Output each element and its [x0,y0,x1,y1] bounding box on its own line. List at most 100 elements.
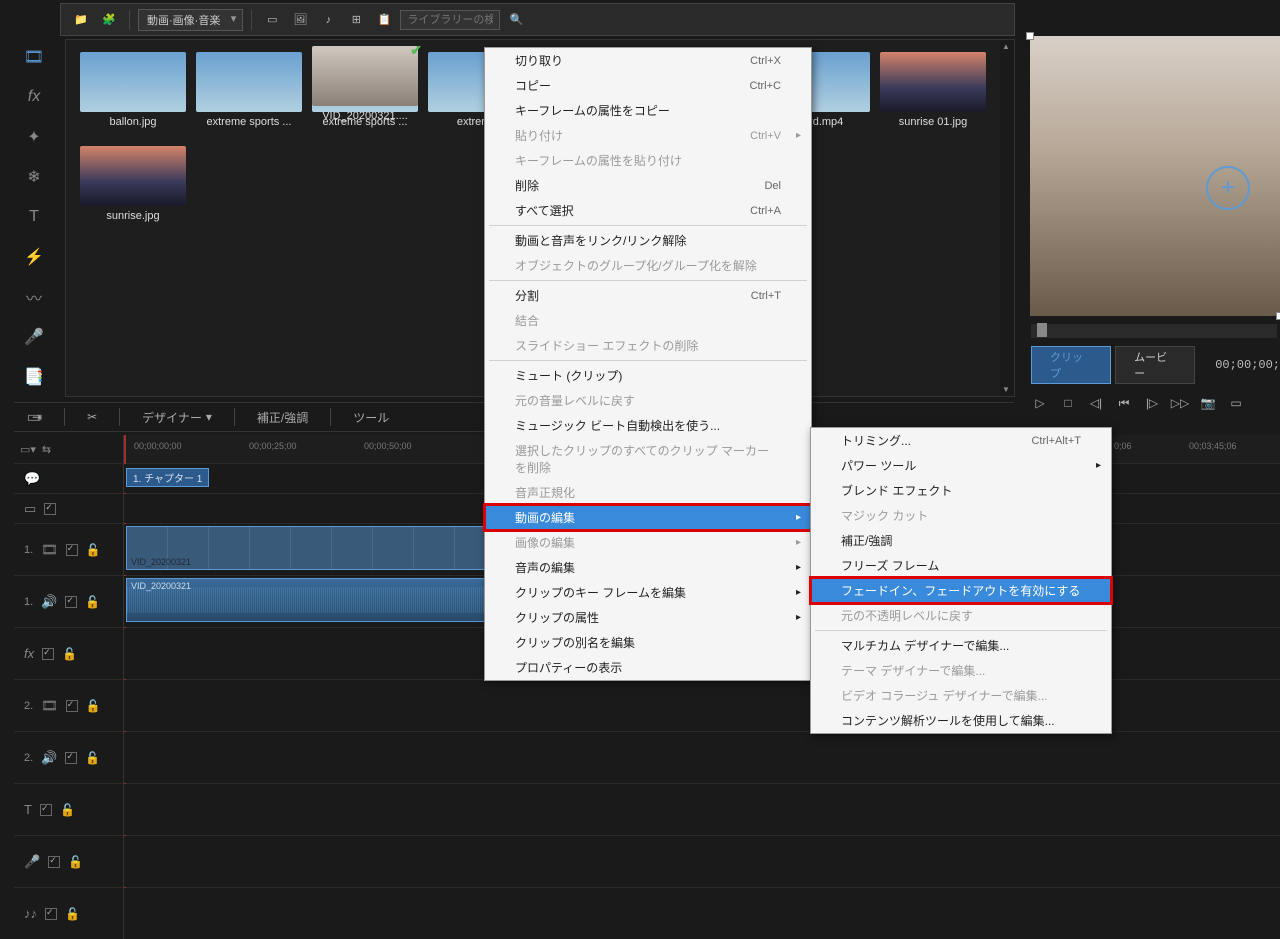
cm-normalize-audio: 音声正規化 [485,480,811,505]
preview-timecode: 00;00;00; [1215,358,1280,372]
preview-viewport[interactable]: + [1030,36,1280,316]
add-marker-icon[interactable]: + [1206,166,1250,210]
import-icon[interactable]: 📁 [69,8,93,32]
cm-edit-image: 画像の編集 [485,530,811,555]
preview-slider[interactable] [1031,324,1277,338]
prev-frame-icon[interactable]: ◁| [1087,394,1105,412]
cm-edit-keyframes[interactable]: クリップのキー フレームを編集 [485,580,811,605]
sidebar-overlay-icon[interactable]: ✦ [20,123,48,151]
media-item[interactable]: VID_20200321.... [310,46,420,222]
cm-mute-clip[interactable]: ミュート (クリップ) [485,363,811,388]
lock-icon[interactable]: 🔓 [65,907,80,921]
sidebar-audio-icon[interactable]: 〰 [20,283,48,311]
view-music-icon[interactable]: ♪ [316,8,340,32]
library-search-input[interactable] [400,10,500,30]
cm-edit-video[interactable]: 動画の編集 [485,505,811,530]
stop-icon[interactable]: □ [1059,394,1077,412]
view-large-icon[interactable]: ▭ [260,8,284,32]
lock-icon[interactable]: 🔓 [86,699,101,713]
plugin-icon[interactable]: 🧩 [97,8,121,32]
sidebar-mic-icon[interactable]: 🎤 [20,323,48,351]
sidebar-title-icon[interactable]: T [20,203,48,231]
cm-freeze-frame[interactable]: フリーズ フレーム [811,553,1111,578]
cm-delete[interactable]: 削除Del [485,173,811,198]
marker-icon[interactable]: ▭▾ [20,443,36,456]
search-icon[interactable]: 🔍 [504,8,528,32]
media-item[interactable]: extreme sports ... [194,52,304,128]
correction-button[interactable]: 補正/強調 [249,407,316,428]
cm-restore-volume: 元の音量レベルに戻す [485,388,811,413]
media-item[interactable]: sunrise 01.jpg [878,52,988,128]
fast-fwd-icon[interactable]: ▷▷ [1171,394,1189,412]
track-audible-toggle[interactable] [65,752,77,764]
step-back-icon[interactable]: ⏮ [1115,394,1133,412]
media-type-dropdown[interactable]: 動画·画像·音楽 [138,9,243,31]
media-item[interactable]: ballon.jpg [78,52,188,128]
audio-track-icon: 🔊 [41,750,57,766]
track-visible-toggle[interactable] [40,804,52,816]
cm-enable-fade[interactable]: フェードイン、フェードアウトを有効にする [811,578,1111,603]
cm-clip-attributes[interactable]: クリップの属性 [485,605,811,630]
cm-cut[interactable]: 切り取りCtrl+X [485,48,811,73]
lock-icon[interactable]: 🔓 [85,595,100,609]
cm-power-tool[interactable]: パワー ツール [811,453,1111,478]
cm-show-properties[interactable]: プロパティーの表示 [485,655,811,680]
sidebar-fx-icon[interactable]: fx [20,83,48,111]
title-track-icon: T [24,802,32,817]
media-label: sunrise 01.jpg [899,116,968,128]
cm-blend-effect[interactable]: ブレンド エフェクト [811,478,1111,503]
media-item[interactable]: sunrise.jpg [78,146,188,222]
comment-track-icon[interactable]: 💬 [24,471,40,487]
audio-clip[interactable]: VID_20200321 [126,578,486,622]
cm-link-unlink[interactable]: 動画と音声をリンク/リンク解除 [485,228,811,253]
lock-icon[interactable]: 🔓 [68,855,83,869]
view-grid-icon[interactable]: ⊞ [344,8,368,32]
snapshot-icon[interactable]: 📷 [1199,394,1217,412]
sidebar-chapter-icon[interactable]: 📑 [20,363,48,391]
track-audible-toggle[interactable] [45,908,57,920]
sidebar-particle-icon[interactable]: ❄ [20,163,48,191]
settings-icon[interactable]: ▭ [1227,394,1245,412]
cut-tool-icon[interactable]: ✂ [79,408,105,426]
ripple-icon[interactable]: ⇆ [42,443,51,456]
cm-select-all[interactable]: すべて選択Ctrl+A [485,198,811,223]
snap-icon[interactable]: ⇥ [24,408,50,426]
track-visible-toggle[interactable] [42,648,54,660]
track-visible-toggle[interactable] [66,700,78,712]
cm-remove-markers: 選択したクリップのすべてのクリップ マーカーを削除 [485,438,811,480]
cm-fix-enhance[interactable]: 補正/強調 [811,528,1111,553]
cm-content-analyzer[interactable]: コンテンツ解析ツールを使用して編集... [811,708,1111,733]
sidebar-media-icon[interactable]: 🎞 [20,43,48,71]
lock-icon[interactable]: 🔓 [85,751,100,765]
step-fwd-icon[interactable]: |▷ [1143,394,1161,412]
track-visible-toggle[interactable] [44,503,56,515]
cm-edit-alias[interactable]: クリップの別名を編集 [485,630,811,655]
video-track-icon: 🎞 [41,542,58,558]
cm-split[interactable]: 分割Ctrl+T [485,283,811,308]
tool-button[interactable]: ツール [345,407,397,428]
cm-trimming[interactable]: トリミング...Ctrl+Alt+T [811,428,1111,453]
cm-copy-keyframe-attrs[interactable]: キーフレームの属性をコピー [485,98,811,123]
lock-icon[interactable]: 🔓 [62,647,77,661]
view-list-icon[interactable]: 📋 [372,8,396,32]
tab-movie[interactable]: ムービー [1115,346,1195,384]
cm-beat-detect[interactable]: ミュージック ビート自動検出を使う... [485,413,811,438]
designer-dropdown[interactable]: デザイナー ▾ [134,407,220,428]
video-clip[interactable]: VID_20200321 [126,526,486,570]
video-track-icon: 🎞 [41,698,58,714]
chapter-marker[interactable]: 1. チャプター 1 [126,468,209,487]
track-audible-toggle[interactable] [48,856,60,868]
cm-multicam-designer[interactable]: マルチカム デザイナーで編集... [811,633,1111,658]
media-scrollbar[interactable] [1000,40,1014,396]
sidebar-transition-icon[interactable]: ⚡ [20,243,48,271]
lock-icon[interactable]: 🔓 [86,543,101,557]
cm-copy[interactable]: コピーCtrl+C [485,73,811,98]
track-visible-toggle[interactable] [66,544,78,556]
lock-icon[interactable]: 🔓 [60,803,75,817]
cm-edit-audio[interactable]: 音声の編集 [485,555,811,580]
master-track-icon[interactable]: ▭ [24,501,36,517]
view-image-icon[interactable]: 🖼 [288,8,312,32]
play-icon[interactable]: ▷ [1031,394,1049,412]
tab-clip[interactable]: クリップ [1031,346,1111,384]
track-audible-toggle[interactable] [65,596,77,608]
